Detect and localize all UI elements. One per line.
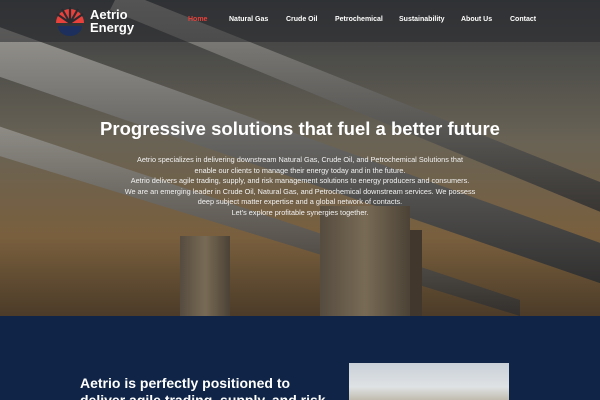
nav-natural-gas[interactable]: Natural Gas (229, 16, 268, 23)
about-section: Aetrio is perfectly positioned to delive… (0, 316, 600, 400)
about-image (349, 363, 509, 400)
hero-title: Progressive solutions that fuel a better… (100, 118, 500, 139)
about-heading-line2: deliver agile trading, supply, and risk (80, 392, 326, 400)
nav-contact[interactable]: Contact (510, 16, 536, 23)
hero-line: deep subject matter expertise and a glob… (197, 197, 403, 207)
nav-sustainability[interactable]: Sustainability (399, 16, 445, 23)
hero-line: Aetrio specializes in delivering downstr… (136, 155, 464, 164)
hero-line: Let's explore profitable synergies toget… (231, 207, 369, 217)
brand-name: Aetrio Energy (90, 8, 134, 34)
nav-petrochemical[interactable]: Petrochemical (335, 16, 383, 23)
nav-crude-oil[interactable]: Crude Oil (286, 16, 318, 23)
hero-line: enable our clients to manage their energ… (194, 165, 406, 175)
about-heading-line1: Aetrio is perfectly positioned to (80, 375, 291, 391)
nav-about-us[interactable]: About Us (461, 16, 492, 23)
nav-home[interactable]: Home (188, 16, 207, 23)
top-navigation: Aetrio Energy Home Natural Gas Crude Oil… (0, 0, 600, 42)
hero-section: Aetrio Energy Home Natural Gas Crude Oil… (0, 0, 600, 316)
aetrio-logo-icon (56, 7, 84, 36)
hero-line: Aetrio delivers agile trading, supply, a… (130, 176, 470, 186)
hero-description: Aetrio specializes in delivering downstr… (90, 155, 510, 219)
hero-line: We are an emerging leader in Crude Oil, … (124, 186, 476, 196)
about-heading: Aetrio is perfectly positioned to delive… (80, 375, 330, 400)
brand-name-line2: Energy (90, 20, 135, 35)
brand-logo[interactable]: Aetrio Energy (54, 5, 164, 37)
